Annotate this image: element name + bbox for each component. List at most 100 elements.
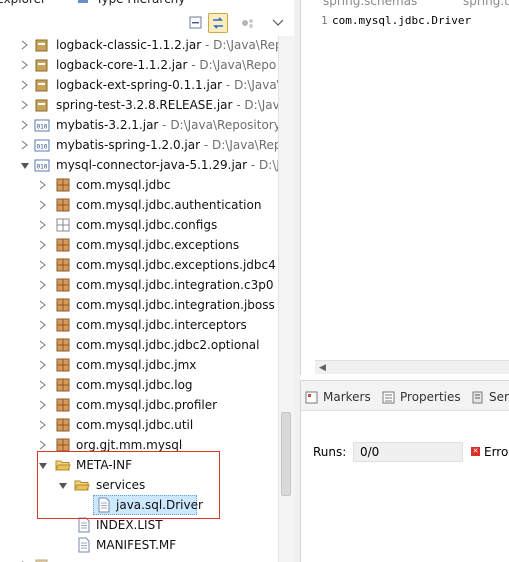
chevron-right-icon[interactable] bbox=[38, 339, 48, 351]
tree-item-label: INDEX.LIST bbox=[96, 518, 163, 532]
file-icon bbox=[78, 517, 90, 533]
chevron-right-icon[interactable] bbox=[38, 239, 48, 251]
horizontal-scrollbar[interactable]: ◀ bbox=[315, 360, 509, 374]
close-icon[interactable]: ✕ bbox=[50, 0, 60, 4]
package-icon bbox=[56, 198, 70, 212]
chevron-right-icon[interactable] bbox=[38, 219, 48, 231]
tree-item-label: com.mysql.jdbc.jmx bbox=[76, 358, 197, 372]
chevron-right-icon[interactable] bbox=[20, 39, 30, 51]
chevron-right-icon[interactable] bbox=[38, 439, 48, 451]
tree-item-jar[interactable]: 010 mybatis-3.2.1.jar - D:\Java\Reposito… bbox=[0, 115, 281, 135]
chevron-right-icon[interactable] bbox=[38, 259, 48, 271]
explorer-tab-bar: Explorer ✕ Type Hierarchy bbox=[0, 0, 294, 8]
tree-item-label: com.mysql.jdbc.integration.c3p0 bbox=[76, 278, 274, 292]
scrollbar-thumb[interactable] bbox=[281, 412, 291, 496]
chevron-right-icon[interactable] bbox=[38, 199, 48, 211]
chevron-right-icon[interactable] bbox=[38, 399, 48, 411]
tree-item-jar[interactable]: logback-classic-1.1.2.jar - D:\Java\Rep bbox=[0, 35, 283, 55]
tree-item-package[interactable]: com.mysql.jdbc.profiler bbox=[0, 395, 278, 415]
views-tab-bar: Markers Properties Ser bbox=[301, 381, 509, 411]
tree-item-package[interactable]: com.mysql.jdbc.util bbox=[0, 415, 278, 435]
editor-tab-spring-schemas[interactable]: spring.schemas bbox=[323, 0, 417, 8]
line-number: 1 bbox=[321, 14, 328, 27]
chevron-right-icon[interactable] bbox=[38, 179, 48, 191]
tab-explorer[interactable]: Explorer bbox=[0, 0, 46, 8]
tree-item-jar-expanded[interactable]: 010 mysql-connector-java-5.1.29.jar - D:… bbox=[0, 155, 287, 175]
tree-item-jar[interactable]: 010 mybatis-spring-1.2.0.jar - D:\Java\R… bbox=[0, 135, 289, 155]
chevron-right-icon[interactable] bbox=[38, 379, 48, 391]
jar-icon bbox=[35, 79, 48, 92]
chevron-down-icon bbox=[272, 19, 284, 26]
tree-item-label: mybatis-spring-1.2.0.jar - D:\Java\Repo bbox=[56, 138, 289, 152]
tree-item-package[interactable]: com.mysql.jdbc.jmx bbox=[0, 355, 278, 375]
scroll-left-arrow-icon[interactable]: ◀ bbox=[319, 363, 326, 373]
tree-item-label: MANIFEST.MF bbox=[96, 538, 177, 552]
tree-item-package[interactable]: com.mysql.jdbc.interceptors bbox=[0, 315, 278, 335]
chevron-down-icon[interactable] bbox=[20, 159, 30, 171]
tree-item-label: mysql-connector-java-5.1.29.jar - D:\Ja bbox=[56, 158, 288, 172]
tree-item-label: logback-ext-spring-0.1.1.jar - D:\Java\ bbox=[56, 78, 281, 92]
view-menu-dots-icon[interactable]: ⋮ bbox=[505, 479, 509, 490]
tree-item-package[interactable]: com.mysql.jdbc.exceptions.jdbc4 bbox=[0, 255, 278, 275]
tree-item-package[interactable]: com.mysql.jdbc.jdbc2.optional bbox=[0, 335, 278, 355]
collapse-all-button[interactable] bbox=[186, 13, 206, 33]
empty-package-icon bbox=[56, 218, 70, 232]
tree-item-package[interactable]: com.mysql.jdbc.log bbox=[0, 375, 278, 395]
view-menu-button[interactable] bbox=[268, 13, 288, 33]
tree-item-package[interactable]: com.mysql.jdbc.integration.jboss bbox=[0, 295, 278, 315]
jar-icon bbox=[35, 99, 48, 112]
tree-item-file[interactable]: MANIFEST.MF bbox=[0, 535, 278, 555]
svg-text:010: 010 bbox=[37, 124, 48, 131]
tree-item-package[interactable]: com.mysql.jdbc.authentication bbox=[0, 195, 278, 215]
link-with-editor-button[interactable] bbox=[208, 13, 228, 33]
chevron-right-icon[interactable] bbox=[20, 139, 30, 151]
binary-jar-icon: 010 bbox=[34, 119, 50, 132]
tree-item-label: com.mysql.jdbc.exceptions.jdbc4 bbox=[76, 258, 276, 272]
servers-icon bbox=[472, 391, 483, 404]
chevron-right-icon[interactable] bbox=[38, 419, 48, 431]
chevron-right-icon[interactable] bbox=[20, 79, 30, 91]
svg-text:010: 010 bbox=[37, 144, 48, 151]
chevron-right-icon[interactable] bbox=[38, 299, 48, 311]
tree-item-label: com.mysql.jdbc.integration.jboss bbox=[76, 298, 275, 312]
filters-button[interactable] bbox=[238, 13, 258, 33]
jar-icon bbox=[35, 39, 48, 52]
package-icon bbox=[56, 258, 70, 272]
package-icon bbox=[56, 418, 70, 432]
error-icon: ✕ bbox=[471, 447, 480, 456]
package-icon bbox=[56, 318, 70, 332]
properties-icon bbox=[382, 391, 395, 404]
tree-item-package[interactable]: com.mysql.jdbc.exceptions bbox=[0, 235, 278, 255]
errors-label: Erro bbox=[484, 445, 509, 459]
tree-item-label: com.mysql.jdbc.exceptions bbox=[76, 238, 240, 252]
package-icon bbox=[56, 358, 70, 372]
chevron-right-icon[interactable] bbox=[20, 119, 30, 131]
tree-item-package[interactable]: com.mysql.jdbc.integration.c3p0 bbox=[0, 275, 278, 295]
tree-item-label: mybatis-3.2.1.jar - D:\Java\Repository bbox=[56, 118, 281, 132]
tree-item-jar-partial[interactable] bbox=[0, 555, 278, 562]
tree-item-package[interactable]: com.mysql.jdbc.configs bbox=[0, 215, 278, 235]
package-icon bbox=[56, 338, 70, 352]
tree-item-label: com.mysql.jdbc.jdbc2.optional bbox=[76, 338, 260, 352]
jar-icon bbox=[35, 59, 48, 72]
binary-jar-icon: 010 bbox=[34, 159, 50, 172]
editor-tab-spring-t[interactable]: spring.t bbox=[463, 0, 509, 8]
tab-type-hierarchy[interactable]: Type Hierarchy bbox=[96, 0, 185, 8]
chevron-right-icon[interactable] bbox=[38, 279, 48, 291]
svg-text:010: 010 bbox=[37, 164, 48, 171]
chevron-right-icon[interactable] bbox=[38, 319, 48, 331]
tree-item-package[interactable]: com.mysql.jdbc bbox=[0, 175, 278, 195]
tree-item-jar[interactable]: logback-core-1.1.2.jar - D:\Java\Repo bbox=[0, 55, 278, 75]
runs-value: 0/0 bbox=[353, 442, 463, 462]
text-editor[interactable]: spring.schemas spring.t 1 com.mysql.jdbc… bbox=[300, 0, 509, 375]
tree-item-jar[interactable]: spring-test-3.2.8.RELEASE.jar - D:\Java bbox=[0, 95, 287, 115]
tree-item-jar[interactable]: logback-ext-spring-0.1.1.jar - D:\Java\ bbox=[0, 75, 281, 95]
code-line[interactable]: com.mysql.jdbc.Driver bbox=[332, 14, 471, 27]
chevron-right-icon[interactable] bbox=[20, 59, 30, 71]
package-icon bbox=[56, 298, 70, 312]
link-with-editor-icon bbox=[213, 17, 223, 29]
chevron-right-icon[interactable] bbox=[20, 99, 30, 111]
package-icon bbox=[56, 178, 70, 192]
chevron-right-icon[interactable] bbox=[38, 359, 48, 371]
tree-item-label: com.mysql.jdbc.authentication bbox=[76, 198, 262, 212]
